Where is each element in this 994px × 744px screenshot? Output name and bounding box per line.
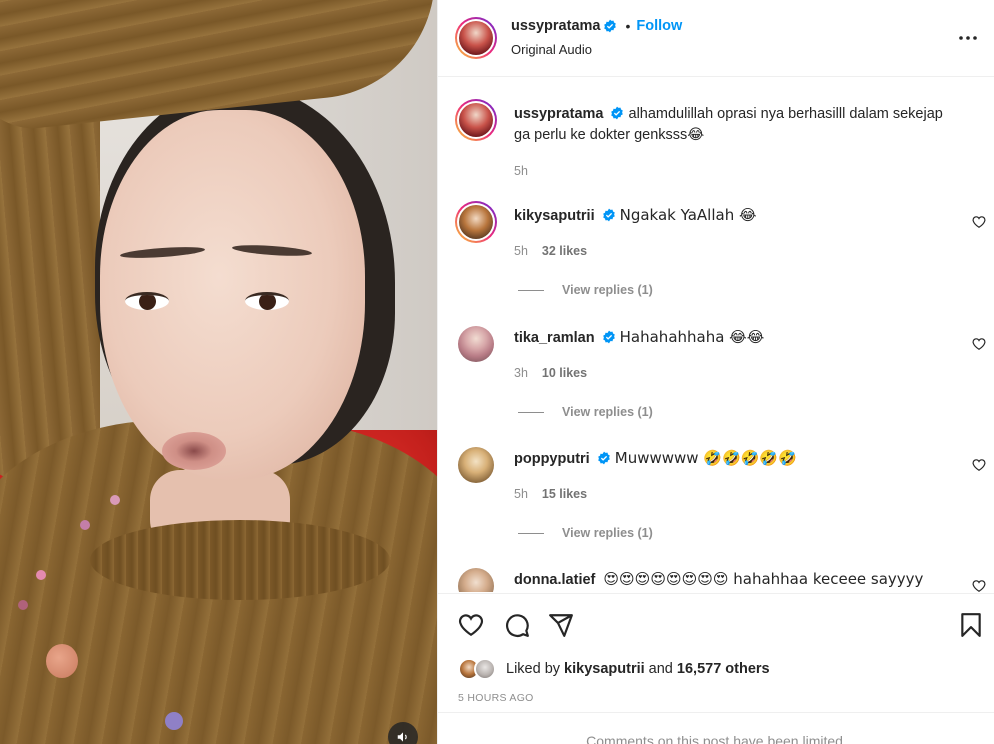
bookmark-icon[interactable] <box>958 612 984 638</box>
replies-line <box>518 532 544 534</box>
caption-time[interactable]: 5h <box>514 164 528 178</box>
post-details-panel: ussypratama • Follow Original Audio ussy… <box>437 0 994 744</box>
liked-by-prefix: Liked by <box>506 661 561 677</box>
view-replies-label: View replies (1) <box>562 283 653 297</box>
view-replies-button[interactable]: View replies (1) <box>518 283 653 297</box>
comment-username[interactable]: kikysaputrii <box>514 208 595 224</box>
replies-line <box>518 411 544 413</box>
author-username[interactable]: ussypratama <box>511 18 600 34</box>
media-eye-left <box>125 292 169 310</box>
media-flower <box>36 570 46 580</box>
avatar[interactable] <box>458 447 494 483</box>
media-collar <box>90 520 390 600</box>
comment-text: tika_ramlan Hahahahhaha 😂😂 <box>514 327 959 349</box>
sound-icon <box>397 732 407 742</box>
comment-time[interactable]: 3h <box>514 366 528 380</box>
comment-time[interactable]: 5h <box>514 487 528 501</box>
post-author: ussypratama • Follow <box>511 18 682 34</box>
comment-meta: 3h 10 likes <box>514 366 587 380</box>
replies-line <box>518 289 544 291</box>
caption-meta: 5h <box>514 164 528 178</box>
comment-text: poppyputri Muwwwww 🤣🤣🤣🤣🤣 <box>514 448 959 470</box>
liked-by-and: and <box>648 661 673 677</box>
verified-icon <box>604 19 617 33</box>
media-flower <box>165 712 183 730</box>
media-flower <box>18 600 28 610</box>
comment-likes[interactable]: 15 likes <box>542 487 587 501</box>
heart-icon[interactable] <box>972 458 986 472</box>
heart-icon[interactable] <box>972 579 986 592</box>
avatar[interactable] <box>474 658 496 680</box>
media-eye-right <box>245 292 289 310</box>
more-icon[interactable] <box>956 26 980 50</box>
avatar[interactable] <box>458 568 494 592</box>
comment-icon[interactable] <box>504 612 530 638</box>
liked-by-user[interactable]: kikysaputrii <box>564 661 645 677</box>
liked-by-count[interactable]: 16,577 others <box>677 661 770 677</box>
heart-icon[interactable] <box>458 612 484 638</box>
comment-body: Muwwwww 🤣🤣🤣🤣🤣 <box>614 449 797 467</box>
verified-icon <box>602 330 615 344</box>
avatar[interactable] <box>458 326 494 362</box>
separator-dot: • <box>625 18 631 34</box>
avatar[interactable] <box>455 201 497 243</box>
post-media[interactable] <box>0 0 437 744</box>
view-replies-label: View replies (1) <box>562 526 653 540</box>
verified-icon <box>602 208 615 222</box>
caption-username[interactable]: ussypratama <box>514 106 603 122</box>
post-header: ussypratama • Follow Original Audio <box>438 0 994 77</box>
media-flower <box>80 520 90 530</box>
comment-meta: 5h 15 likes <box>514 487 587 501</box>
caption-text: ussypratama alhamdulillah oprasi nya ber… <box>514 104 959 146</box>
sound-toggle-button[interactable] <box>388 722 418 744</box>
verified-icon <box>611 106 624 120</box>
comment-likes[interactable]: 10 likes <box>542 366 587 380</box>
verified-icon <box>597 451 610 465</box>
comments-limited-notice: Comments on this post have been limited. <box>438 712 994 744</box>
comment-text: donna.latief 😍😍😍😍😍😍😍😍 hahahhaa keceee sa… <box>514 569 959 591</box>
comment-username[interactable]: donna.latief <box>514 572 595 588</box>
comment-time[interactable]: 5h <box>514 244 528 258</box>
comment-username[interactable]: tika_ramlan <box>514 330 595 346</box>
liked-by: Liked by kikysaputrii and 16,577 others <box>458 658 770 680</box>
post-timestamp[interactable]: 5 HOURS AGO <box>458 692 534 704</box>
media-sweater-button <box>46 644 78 678</box>
share-icon[interactable] <box>548 612 574 638</box>
view-replies-button[interactable]: View replies (1) <box>518 405 653 419</box>
post-actions: Liked by kikysaputrii and 16,577 others … <box>438 593 994 744</box>
comment-body: Hahahahhaha 😂😂 <box>619 328 765 346</box>
avatar[interactable] <box>455 99 497 141</box>
media-flower <box>110 495 120 505</box>
heart-icon[interactable] <box>972 215 986 229</box>
heart-icon[interactable] <box>972 337 986 351</box>
comment-body: 😍😍😍😍😍😍😍😍 hahahhaa keceee sayyyy <box>603 570 924 588</box>
comment-body: Ngakak YaAllah 😂 <box>619 206 757 224</box>
comments-list[interactable]: ussypratama alhamdulillah oprasi nya ber… <box>438 78 994 592</box>
liked-avatars <box>458 658 502 680</box>
follow-button[interactable]: Follow <box>636 18 682 34</box>
avatar[interactable] <box>455 17 497 59</box>
comment-text: kikysaputrii Ngakak YaAllah 😂 <box>514 205 959 227</box>
media-lips <box>162 432 226 470</box>
comment-likes[interactable]: 32 likes <box>542 244 587 258</box>
comment-username[interactable]: poppyputri <box>514 451 590 467</box>
view-replies-button[interactable]: View replies (1) <box>518 526 653 540</box>
view-replies-label: View replies (1) <box>562 405 653 419</box>
comment-meta: 5h 32 likes <box>514 244 587 258</box>
audio-label[interactable]: Original Audio <box>511 42 592 57</box>
